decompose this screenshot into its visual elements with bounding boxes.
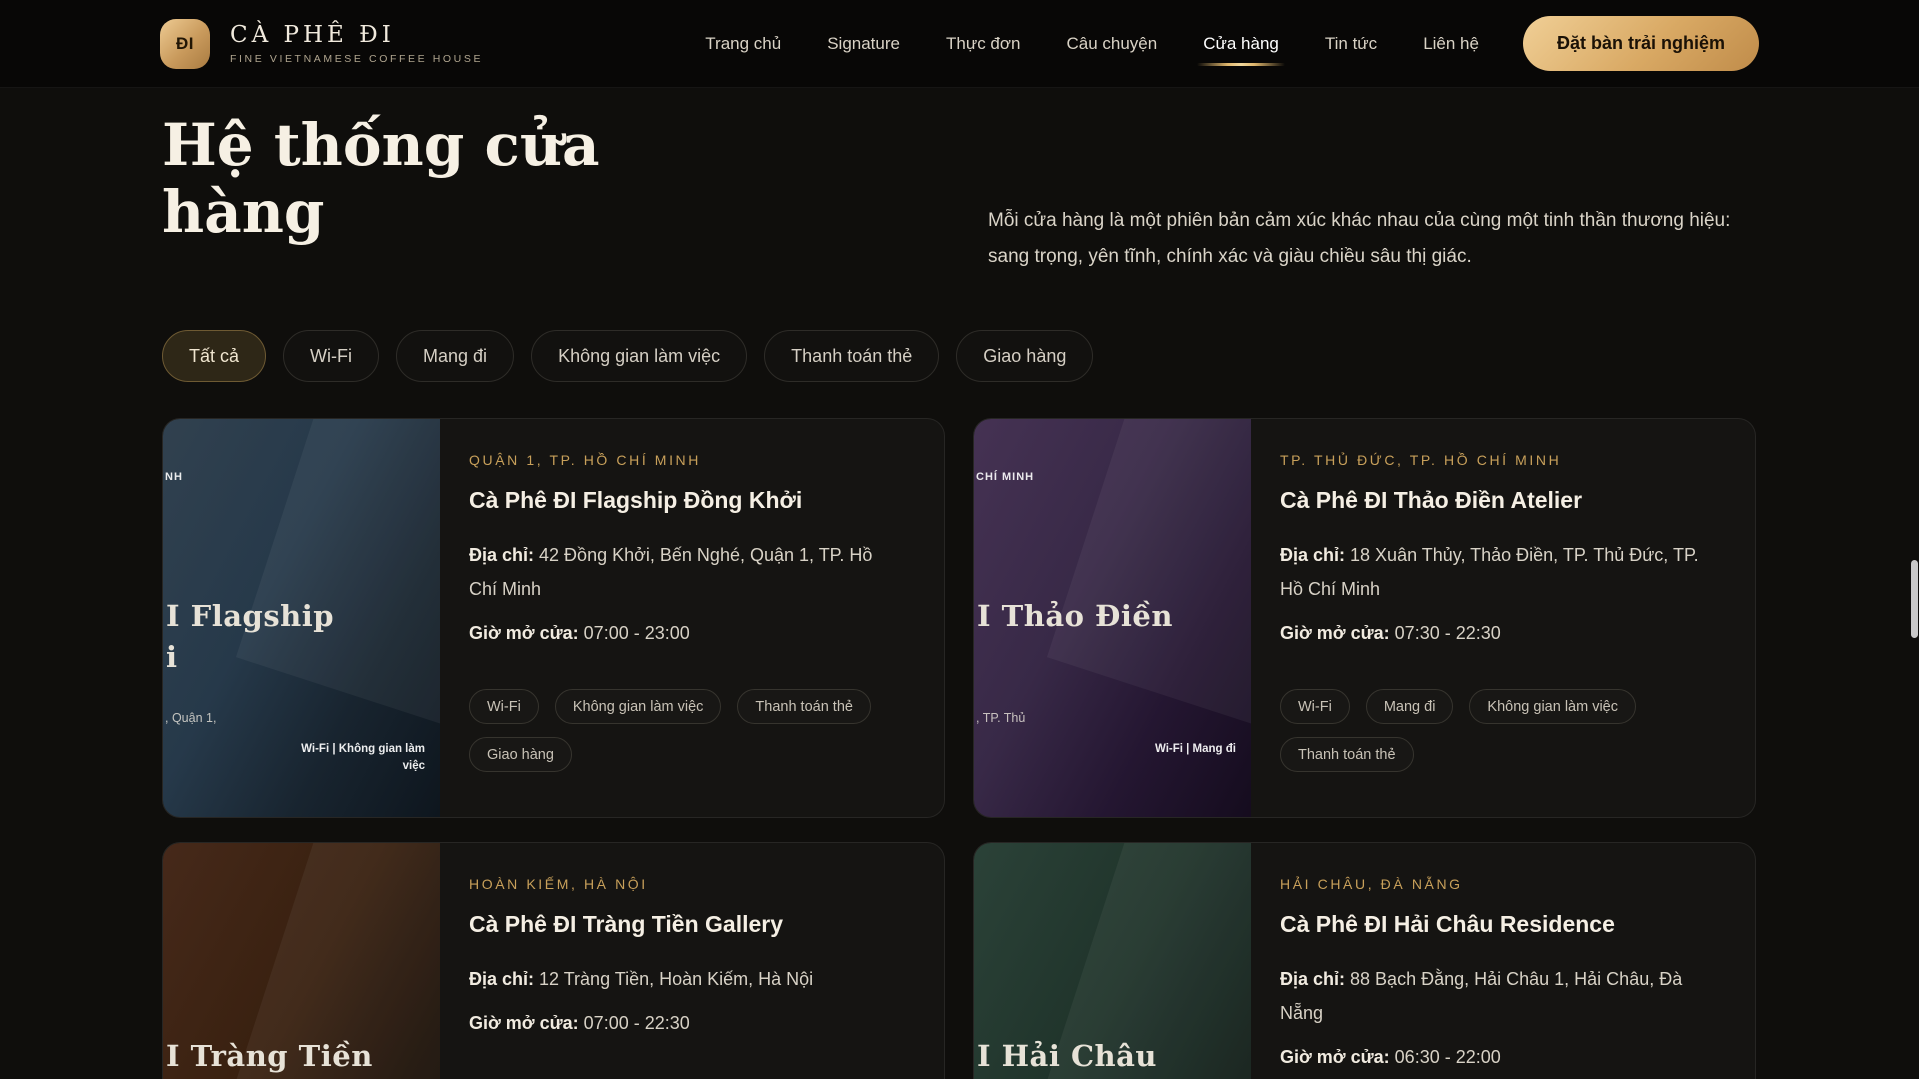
brand[interactable]: ĐI CÀ PHÊ ĐI FINE VIETNAMESE COFFEE HOUS…	[160, 19, 483, 69]
store-image-caption: I Tràng Tiền	[166, 1039, 373, 1073]
nav-item-trang-chu[interactable]: Trang chủ	[705, 34, 781, 54]
store-card-flagship-dong-khoi[interactable]: NH I Flagship i , Quận 1, Wi-Fi | Không …	[162, 418, 945, 818]
page-description: Mỗi cửa hàng là một phiên bản cảm xúc kh…	[988, 203, 1733, 275]
store-name: Cà Phê ĐI Thảo Điền Atelier	[1280, 487, 1715, 514]
store-image-address-fragment: , Quận 1,	[165, 711, 216, 725]
filter-bar: Tất cả Wi-Fi Mang đi Không gian làm việc…	[162, 330, 1093, 382]
hours-value: 07:30 - 22:30	[1395, 623, 1501, 643]
filter-chip-mang-di[interactable]: Mang đi	[396, 330, 514, 382]
hours-value: 07:00 - 22:30	[584, 1013, 690, 1033]
store-hours: Giờ mở cửa: 07:00 - 22:30	[469, 1006, 904, 1040]
hours-label: Giờ mở cửa:	[1280, 1047, 1390, 1067]
address-label: Địa chỉ:	[469, 545, 534, 565]
brand-logo-icon: ĐI	[160, 19, 210, 69]
store-image-features-text: Wi-Fi | Không gian làm việc	[300, 741, 425, 775]
address-label: Địa chỉ:	[469, 969, 534, 989]
store-tag: Wi-Fi	[469, 689, 539, 724]
address-label: Địa chỉ:	[1280, 545, 1345, 565]
store-card-trang-tien-gallery[interactable]: I Tràng Tiền HOÀN KIẾM, HÀ NỘI Cà Phê ĐI…	[162, 842, 945, 1079]
filter-chip-tat-ca[interactable]: Tất cả	[162, 330, 266, 382]
nav-item-thuc-don[interactable]: Thực đơn	[946, 34, 1021, 54]
hours-value: 06:30 - 22:00	[1395, 1047, 1501, 1067]
store-image-address-fragment: , TP. Thủ	[976, 711, 1025, 725]
scrollbar-thumb[interactable]	[1911, 560, 1918, 638]
store-name: Cà Phê ĐI Hải Châu Residence	[1280, 911, 1715, 938]
store-region: HẢI CHÂU, ĐÀ NẴNG	[1280, 876, 1715, 892]
store-image: I Hải Châu à	[974, 843, 1251, 1079]
store-card-hai-chau-residence[interactable]: I Hải Châu à HẢI CHÂU, ĐÀ NẴNG Cà Phê ĐI…	[973, 842, 1756, 1079]
hours-value: 07:00 - 23:00	[584, 623, 690, 643]
store-address: Địa chỉ: 12 Tràng Tiền, Hoàn Kiếm, Hà Nộ…	[469, 962, 904, 996]
store-card-thao-dien-atelier[interactable]: CHÍ MINH I Thảo Điền , TP. Thủ Wi-Fi | M…	[973, 418, 1756, 818]
hours-label: Giờ mở cửa:	[469, 623, 579, 643]
store-name: Cà Phê ĐI Flagship Đồng Khởi	[469, 487, 904, 514]
store-address: Địa chỉ: 42 Đồng Khởi, Bến Nghé, Quận 1,…	[469, 538, 904, 606]
store-hours: Giờ mở cửa: 07:30 - 22:30	[1280, 616, 1715, 650]
filter-chip-khong-gian-lam-viec[interactable]: Không gian làm việc	[531, 330, 747, 382]
store-name: Cà Phê ĐI Tràng Tiền Gallery	[469, 911, 904, 938]
store-hours: Giờ mở cửa: 07:00 - 23:00	[469, 616, 904, 650]
nav-item-lien-he[interactable]: Liên hệ	[1423, 34, 1479, 54]
store-tag: Không gian làm việc	[1469, 689, 1636, 724]
store-image-caption: I Thảo Điền	[977, 599, 1173, 633]
main-nav: Trang chủ Signature Thực đơn Câu chuyện …	[705, 34, 1479, 54]
store-region: TP. THỦ ĐỨC, TP. HỒ CHÍ MINH	[1280, 452, 1715, 468]
store-tags: Wi-Fi Mang đi Không gian làm việc Thanh …	[1280, 689, 1715, 772]
store-tag: Không gian làm việc	[555, 689, 722, 724]
nav-item-cau-chuyen[interactable]: Câu chuyện	[1066, 34, 1157, 54]
brand-title: CÀ PHÊ ĐI	[230, 22, 483, 48]
address-label: Địa chỉ:	[1280, 969, 1345, 989]
store-card-grid: NH I Flagship i , Quận 1, Wi-Fi | Không …	[162, 418, 1756, 1079]
store-tags: Wi-Fi Không gian làm việc Thanh toán thẻ…	[469, 689, 904, 772]
store-image: NH I Flagship i , Quận 1, Wi-Fi | Không …	[163, 419, 440, 817]
store-tag: Wi-Fi	[1280, 689, 1350, 724]
store-address: Địa chỉ: 88 Bạch Đằng, Hải Châu 1, Hải C…	[1280, 962, 1715, 1030]
store-tag: Thanh toán thẻ	[737, 689, 871, 724]
store-card-body: HOÀN KIẾM, HÀ NỘI Cà Phê ĐI Tràng Tiền G…	[440, 843, 944, 1079]
store-image-caption: I Hải Châu	[977, 1039, 1157, 1073]
page-title: Hệ thống cửa hàng	[162, 112, 682, 246]
store-tag: Mang đi	[1366, 689, 1454, 724]
reserve-table-button[interactable]: Đặt bàn trải nghiệm	[1523, 16, 1759, 71]
store-image: I Tràng Tiền	[163, 843, 440, 1079]
hours-label: Giờ mở cửa:	[469, 1013, 579, 1033]
hours-label: Giờ mở cửa:	[1280, 623, 1390, 643]
store-region: QUẬN 1, TP. HỒ CHÍ MINH	[469, 452, 904, 468]
brand-subtitle: FINE VIETNAMESE COFFEE HOUSE	[230, 53, 483, 65]
store-card-body: QUẬN 1, TP. HỒ CHÍ MINH Cà Phê ĐI Flagsh…	[440, 419, 944, 817]
site-header: ĐI CÀ PHÊ ĐI FINE VIETNAMESE COFFEE HOUS…	[0, 0, 1919, 88]
store-card-body: TP. THỦ ĐỨC, TP. HỒ CHÍ MINH Cà Phê ĐI T…	[1251, 419, 1755, 817]
filter-chip-giao-hang[interactable]: Giao hàng	[956, 330, 1093, 382]
store-card-body: HẢI CHÂU, ĐÀ NẴNG Cà Phê ĐI Hải Châu Res…	[1251, 843, 1755, 1079]
store-tag: Giao hàng	[469, 737, 572, 772]
filter-chip-thanh-toan-the[interactable]: Thanh toán thẻ	[764, 330, 939, 382]
store-image-caption-2: i	[166, 640, 177, 674]
nav-item-tin-tuc[interactable]: Tin tức	[1325, 34, 1377, 54]
nav-item-cua-hang[interactable]: Cửa hàng	[1203, 34, 1279, 54]
store-image: CHÍ MINH I Thảo Điền , TP. Thủ Wi-Fi | M…	[974, 419, 1251, 817]
nav-item-signature[interactable]: Signature	[827, 34, 900, 54]
store-image-caption: I Flagship	[166, 599, 334, 633]
store-region: HOÀN KIẾM, HÀ NỘI	[469, 876, 904, 892]
address-value: 12 Tràng Tiền, Hoàn Kiếm, Hà Nội	[539, 969, 813, 989]
store-hours: Giờ mở cửa: 06:30 - 22:00	[1280, 1040, 1715, 1074]
store-image-corner-text: CHÍ MINH	[976, 471, 1034, 483]
store-image-features-text: Wi-Fi | Mang đi	[1111, 741, 1236, 758]
store-image-corner-text: NH	[165, 471, 183, 483]
brand-text: CÀ PHÊ ĐI FINE VIETNAMESE COFFEE HOUSE	[230, 22, 483, 65]
store-tag: Thanh toán thẻ	[1280, 737, 1414, 772]
filter-chip-wifi[interactable]: Wi-Fi	[283, 330, 379, 382]
store-address: Địa chỉ: 18 Xuân Thủy, Thảo Điền, TP. Th…	[1280, 538, 1715, 606]
